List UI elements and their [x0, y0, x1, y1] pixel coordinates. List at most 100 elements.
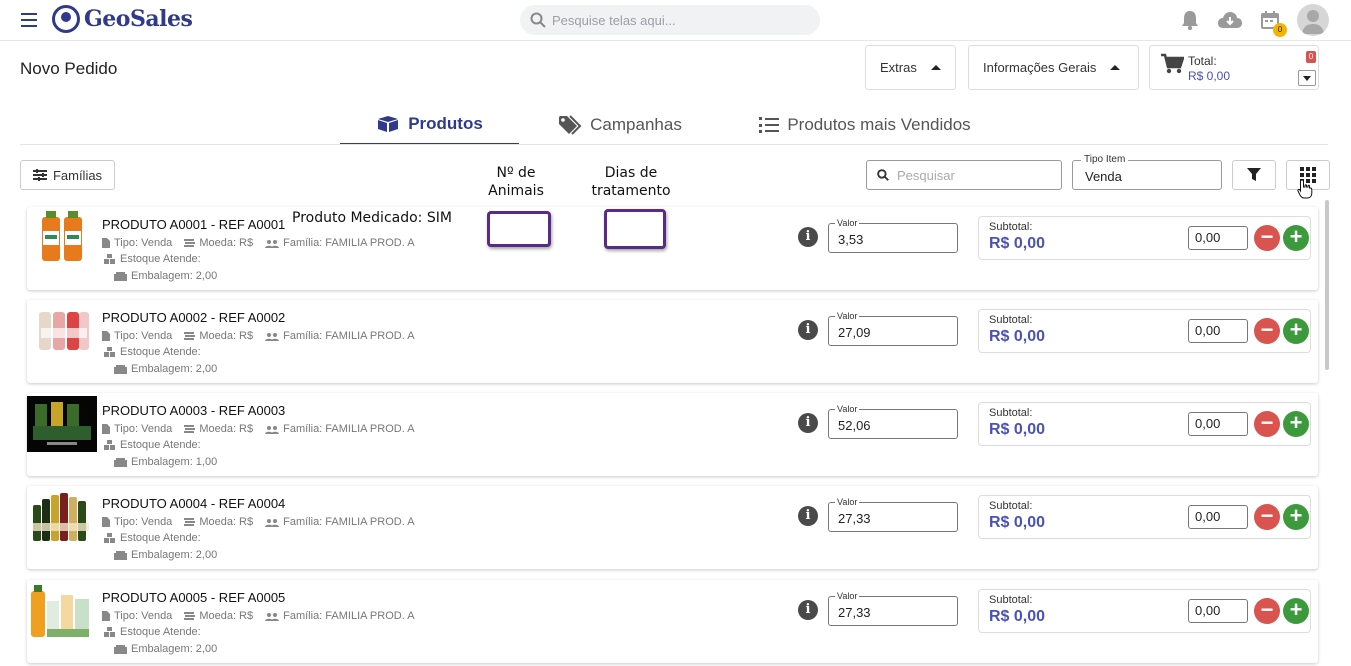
- increment-button[interactable]: +: [1283, 318, 1309, 344]
- increment-button[interactable]: +: [1283, 411, 1309, 437]
- tab-campanhas[interactable]: Campanhas: [540, 105, 700, 145]
- logo-mark-icon: [52, 5, 80, 33]
- increment-button[interactable]: +: [1283, 225, 1309, 251]
- product-embalagem: Embalagem: 1,00: [114, 456, 217, 468]
- search-icon: [530, 12, 546, 28]
- tags-icon: [559, 115, 582, 135]
- product-name: PRODUTO A0004 - REF A0004: [102, 496, 286, 511]
- cart-summary[interactable]: Total: R$ 0,00 0: [1149, 45, 1319, 90]
- product-moeda: Moeda: R$: [184, 423, 253, 435]
- page-title: Novo Pedido: [20, 59, 118, 78]
- subtotal-box: Subtotal: R$ 0,00 0,00 − +: [978, 402, 1311, 446]
- quantity-input[interactable]: 0,00: [1188, 505, 1248, 529]
- avatar[interactable]: [1297, 4, 1329, 36]
- global-search-input[interactable]: [552, 12, 802, 28]
- cloud-download-icon[interactable]: [1217, 7, 1243, 33]
- valor-field[interactable]: Valor 27,33: [828, 497, 958, 532]
- tipo-item-select[interactable]: Tipo Item Venda: [1072, 154, 1222, 190]
- product-embalagem: Embalagem: 2,00: [114, 643, 217, 655]
- total-value: R$ 0,00: [1188, 69, 1231, 83]
- valor-label: Valor: [835, 591, 860, 601]
- product-estoque: Estoque Atende:: [104, 532, 201, 544]
- hand-cursor-icon: [1297, 179, 1313, 199]
- product-moeda: Moeda: R$: [184, 330, 253, 342]
- logo[interactable]: GeoSales: [52, 5, 193, 33]
- product-estoque: Estoque Atende:: [104, 253, 201, 265]
- valor-field[interactable]: Valor 3,53: [828, 218, 958, 253]
- familias-label: Famílias: [52, 167, 103, 183]
- valor-label: Valor: [835, 218, 860, 228]
- decrement-button[interactable]: −: [1254, 598, 1280, 624]
- treatment-days-field[interactable]: [604, 209, 666, 249]
- subtotal-box: Subtotal: R$ 0,00 0,00 − +: [978, 309, 1311, 353]
- product-search[interactable]: [866, 160, 1062, 190]
- product-moeda: Moeda: R$: [184, 516, 253, 528]
- familias-button[interactable]: Famílias: [20, 160, 115, 190]
- product-card: PRODUTO A0001 - REF A0001 Produto Medica…: [27, 207, 1318, 290]
- product-estoque: Estoque Atende:: [104, 346, 201, 358]
- product-image: [29, 583, 93, 639]
- tab-produtos[interactable]: Produtos: [340, 105, 519, 145]
- info-icon[interactable]: i: [798, 227, 818, 247]
- info-icon[interactable]: i: [798, 413, 818, 433]
- scrollbar[interactable]: [1325, 200, 1329, 370]
- subtotal-label: Subtotal:: [989, 221, 1033, 233]
- info-icon[interactable]: i: [798, 320, 818, 340]
- bell-icon[interactable]: [1177, 7, 1203, 33]
- quantity-input[interactable]: 0,00: [1188, 226, 1248, 250]
- product-search-input[interactable]: [897, 167, 1047, 183]
- caret-up-icon: [930, 65, 941, 70]
- extras-button[interactable]: Extras: [865, 45, 956, 90]
- valor-field[interactable]: Valor 52,06: [828, 404, 958, 439]
- tab-mais-vendidos[interactable]: Produtos mais Vendidos: [745, 105, 985, 145]
- quantity-input[interactable]: 0,00: [1188, 412, 1248, 436]
- animals-annotation: Nº de Animais: [488, 165, 544, 199]
- decrement-button[interactable]: −: [1254, 318, 1280, 344]
- tab-mais-vendidos-label: Produtos mais Vendidos: [787, 115, 971, 134]
- animals-field[interactable]: [487, 211, 551, 247]
- valor-field[interactable]: Valor 27,09: [828, 311, 958, 346]
- subtotal-value: R$ 0,00: [989, 328, 1046, 345]
- global-search[interactable]: [520, 5, 820, 35]
- product-familia: Família: FAMILIA PROD. A: [265, 610, 415, 622]
- product-image: [27, 396, 97, 452]
- product-card: PRODUTO A0005 - REF A0005 Tipo: Venda Mo…: [27, 580, 1318, 663]
- product-moeda: Moeda: R$: [184, 610, 253, 622]
- cart-dropdown-button[interactable]: [1298, 70, 1316, 86]
- valor-label: Valor: [835, 311, 860, 321]
- quantity-input[interactable]: 0,00: [1188, 319, 1248, 343]
- tipo-item-value: Venda: [1085, 169, 1122, 184]
- subtotal-box: Subtotal: R$ 0,00 0,00 − +: [978, 216, 1311, 260]
- increment-button[interactable]: +: [1283, 598, 1309, 624]
- grid-view-button[interactable]: [1286, 160, 1330, 199]
- caret-up-icon: [1110, 65, 1121, 70]
- decrement-button[interactable]: −: [1254, 225, 1280, 251]
- logo-text: GeoSales: [84, 6, 193, 32]
- increment-button[interactable]: +: [1283, 504, 1309, 530]
- info-icon[interactable]: i: [798, 600, 818, 620]
- info-icon[interactable]: i: [798, 506, 818, 526]
- subtotal-value: R$ 0,00: [989, 421, 1046, 438]
- product-familia: Família: FAMILIA PROD. A: [265, 423, 415, 435]
- top-bar: GeoSales 0: [0, 0, 1351, 41]
- quantity-input[interactable]: 0,00: [1188, 599, 1248, 623]
- product-estoque: Estoque Atende:: [104, 439, 201, 451]
- product-name: PRODUTO A0005 - REF A0005: [102, 590, 286, 605]
- tipo-item-label: Tipo Item: [1081, 154, 1129, 165]
- menu-icon[interactable]: [21, 13, 37, 27]
- product-embalagem: Embalagem: 2,00: [114, 270, 217, 282]
- filter-button[interactable]: [1232, 160, 1276, 190]
- product-estoque: Estoque Atende:: [104, 626, 201, 638]
- treatment-annotation: Dias de tratamento: [591, 165, 671, 199]
- product-familia: Família: FAMILIA PROD. A: [265, 330, 415, 342]
- valor-field[interactable]: Valor 27,33: [828, 591, 958, 626]
- product-embalagem: Embalagem: 2,00: [114, 363, 217, 375]
- product-familia: Família: FAMILIA PROD. A: [265, 516, 415, 528]
- product-name: PRODUTO A0001 - REF A0001: [102, 217, 286, 232]
- info-gerais-button[interactable]: Informações Gerais: [968, 45, 1139, 90]
- subtotal-label: Subtotal:: [989, 500, 1033, 512]
- decrement-button[interactable]: −: [1254, 411, 1280, 437]
- subtotal-value: R$ 0,00: [989, 608, 1046, 625]
- calendar-icon[interactable]: 0: [1257, 7, 1287, 37]
- decrement-button[interactable]: −: [1254, 504, 1280, 530]
